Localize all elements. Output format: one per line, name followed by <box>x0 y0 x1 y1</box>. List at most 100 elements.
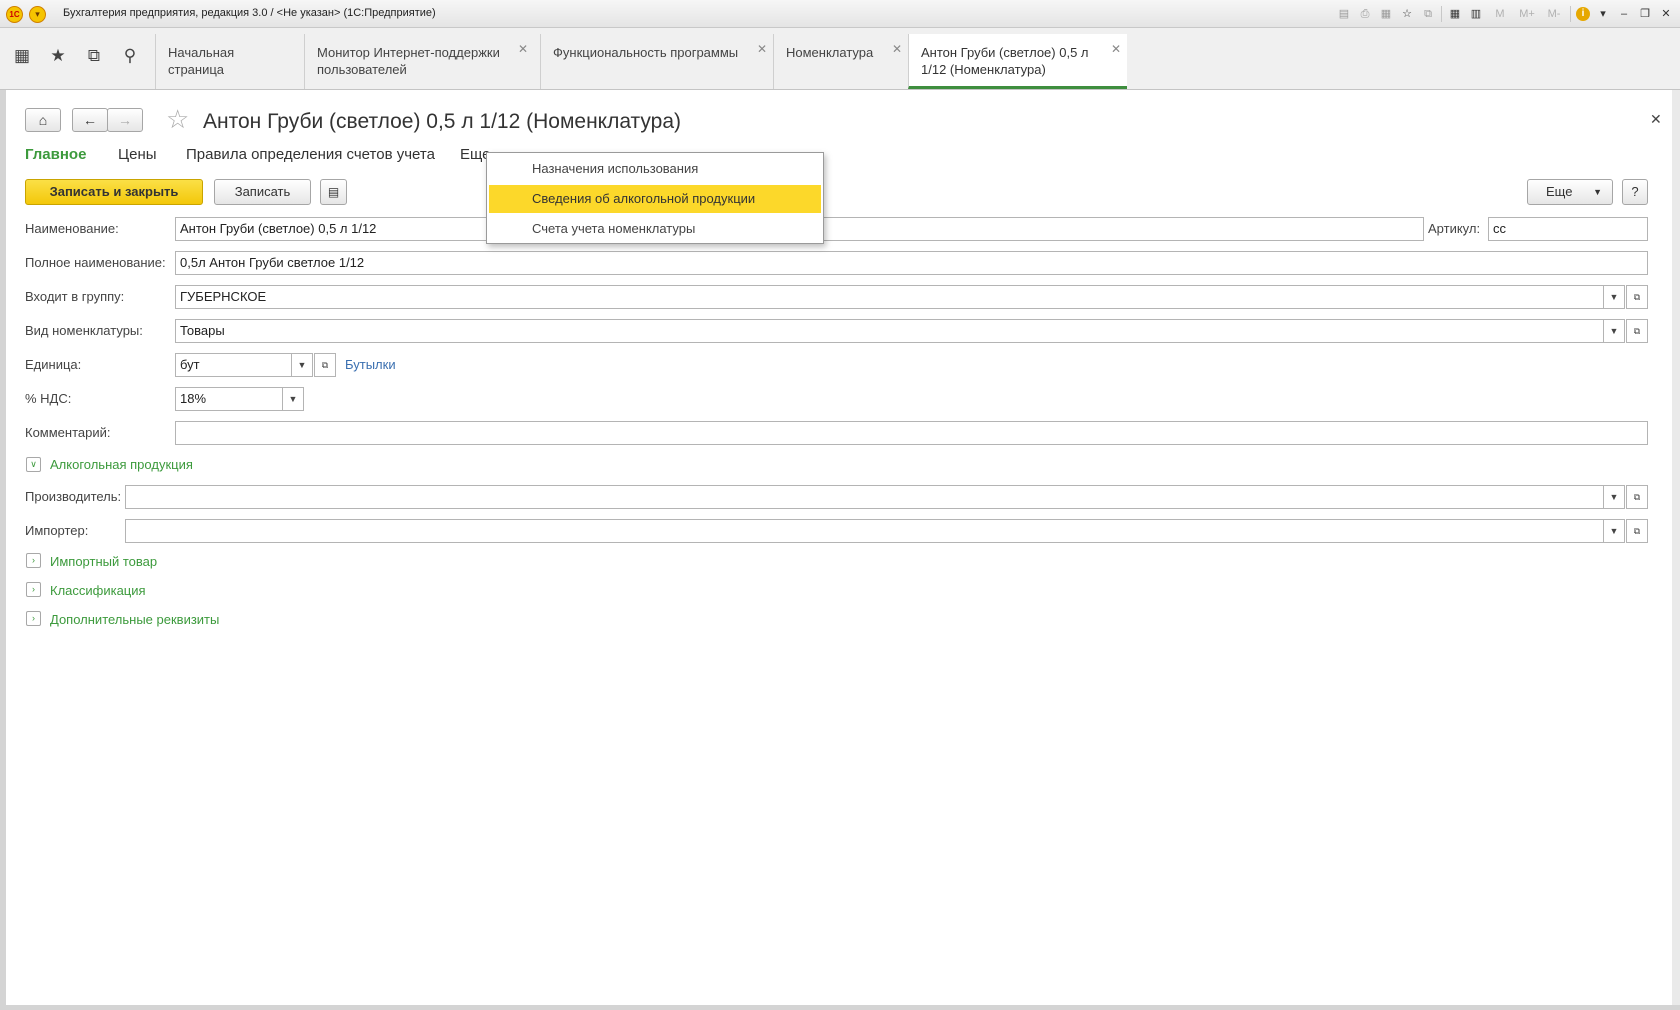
item-form: ⌂ ← → ☆ Антон Груби (светлое) 0,5 л 1/12… <box>6 90 1672 1005</box>
tab-support-monitor[interactable]: Монитор Интернет-поддержки пользователей… <box>304 34 534 89</box>
menu-item-usage-purposes[interactable]: Назначения использования <box>489 155 821 183</box>
home-button[interactable]: ⌂ <box>25 108 61 132</box>
chevron-right-icon[interactable]: › <box>26 582 41 597</box>
favorites-star-icon[interactable]: ★ <box>44 42 72 70</box>
more-actions-button[interactable]: Еще ▼ <box>1527 179 1613 205</box>
tab-home[interactable]: Начальная страница <box>155 34 304 89</box>
importer-label: Импортер: <box>25 523 89 538</box>
tab-label: Антон Груби (светлое) 0,5 л 1/12 (Номенк… <box>921 45 1089 77</box>
memory-mminus-button[interactable]: M- <box>1543 6 1565 22</box>
fullname-label: Полное наименование: <box>25 255 166 270</box>
save-and-close-button[interactable]: Записать и закрыть <box>25 179 203 205</box>
close-icon[interactable]: ✕ <box>1111 41 1121 58</box>
preview-icon[interactable]: ▦ <box>1378 6 1394 22</box>
close-icon[interactable]: ✕ <box>518 41 528 58</box>
section-tab-account-rules[interactable]: Правила определения счетов учета <box>186 146 435 163</box>
save-icon[interactable]: ▤ <box>1336 6 1352 22</box>
favorite-star-icon[interactable]: ☆ <box>166 104 189 135</box>
unit-link[interactable]: Бутылки <box>345 357 396 372</box>
more-sections-popup-menu: Назначения использования Сведения об алк… <box>486 152 824 244</box>
group-label: Входит в группу: <box>25 289 125 304</box>
report-button[interactable]: ▤ <box>320 179 347 205</box>
chevron-right-icon[interactable]: › <box>26 553 41 568</box>
tab-label: Начальная страница <box>168 45 235 77</box>
kind-open-button[interactable]: ⧉ <box>1626 319 1648 343</box>
page-title: Антон Груби (светлое) 0,5 л 1/12 (Номенк… <box>203 110 682 133</box>
name-label: Наименование: <box>25 221 119 236</box>
section-tab-main[interactable]: Главное <box>25 146 86 163</box>
section-tab-prices[interactable]: Цены <box>118 146 157 163</box>
back-button[interactable]: ← <box>72 108 108 132</box>
help-button[interactable]: ? <box>1622 179 1648 205</box>
home-icon: ⌂ <box>38 112 48 128</box>
calendar-icon[interactable]: ▦ <box>1447 6 1463 22</box>
tab-label: Монитор Интернет-поддержки пользователей <box>317 45 500 77</box>
group-alcohol[interactable]: Алкогольная продукция <box>50 457 193 472</box>
restore-icon[interactable]: ❐ <box>1637 6 1653 22</box>
producer-open-button[interactable]: ⧉ <box>1626 485 1648 509</box>
divider <box>1570 6 1571 22</box>
favorites-add-icon[interactable]: ☆ <box>1399 6 1415 22</box>
vat-dropdown-button[interactable]: ▼ <box>282 387 304 411</box>
close-window-icon[interactable]: ✕ <box>1658 6 1674 22</box>
close-icon[interactable]: ✕ <box>757 41 767 58</box>
print-icon[interactable]: ⎙ <box>1357 6 1373 22</box>
unit-label: Единица: <box>25 357 82 372</box>
article-label: Артикул: <box>1428 221 1481 236</box>
group-classification[interactable]: Классификация <box>50 583 146 598</box>
producer-dropdown-button[interactable]: ▼ <box>1603 485 1625 509</box>
chevron-down-icon[interactable]: ∨ <box>26 457 41 472</box>
app-logo-icon[interactable]: 1C <box>6 6 23 23</box>
calculator-icon[interactable]: ▥ <box>1468 6 1484 22</box>
tab-current-item[interactable]: Антон Груби (светлое) 0,5 л 1/12 (Номенк… <box>908 34 1127 89</box>
minimize-icon[interactable]: – <box>1616 6 1632 22</box>
menu-item-accounting-accounts[interactable]: Счета учета номенклатуры <box>489 215 821 243</box>
article-field[interactable]: сс <box>1488 217 1648 241</box>
close-form-icon[interactable]: ✕ <box>1650 111 1662 128</box>
link-icon[interactable]: ⧉ <box>1420 6 1436 22</box>
unit-dropdown-button[interactable]: ▼ <box>291 353 313 377</box>
producer-field[interactable] <box>125 485 1604 509</box>
chevron-down-icon[interactable]: ▾ <box>1595 6 1611 22</box>
info-icon[interactable]: i <box>1576 7 1590 21</box>
close-icon[interactable]: ✕ <box>892 41 902 58</box>
group-extra-attributes[interactable]: Дополнительные реквизиты <box>50 612 219 627</box>
importer-open-button[interactable]: ⧉ <box>1626 519 1648 543</box>
group-open-button[interactable]: ⧉ <box>1626 285 1648 309</box>
group-field[interactable]: ГУБЕРНСКОЕ <box>175 285 1604 309</box>
group-dropdown-button[interactable]: ▼ <box>1603 285 1625 309</box>
kind-dropdown-button[interactable]: ▼ <box>1603 319 1625 343</box>
tab-functionality[interactable]: Функциональность программы ✕ <box>540 34 773 89</box>
fullname-field[interactable]: 0,5л Антон Груби светлое 1/12 <box>175 251 1648 275</box>
comment-field[interactable] <box>175 421 1648 445</box>
memory-m-button[interactable]: M <box>1489 6 1511 22</box>
more-label: Еще <box>1546 184 1573 199</box>
importer-field[interactable] <box>125 519 1604 543</box>
kind-label: Вид номенклатуры: <box>25 323 143 338</box>
chevron-right-icon[interactable]: › <box>26 611 41 626</box>
kind-field[interactable]: Товары <box>175 319 1604 343</box>
tab-bar: ▦ ★ ⧉ ⚲ Начальная страница Монитор Интер… <box>0 28 1680 90</box>
sections-grid-icon[interactable]: ▦ <box>8 42 36 70</box>
comment-label: Комментарий: <box>25 425 111 440</box>
group-import[interactable]: Импортный товар <box>50 554 157 569</box>
producer-label: Производитель: <box>25 489 122 504</box>
unit-field[interactable]: бут <box>175 353 292 377</box>
save-button[interactable]: Записать <box>214 179 311 205</box>
forward-button[interactable]: → <box>107 108 143 132</box>
document-icon: ▤ <box>327 185 340 199</box>
tab-label: Функциональность программы <box>553 45 739 60</box>
tab-nomenclature[interactable]: Номенклатура ✕ <box>773 34 908 89</box>
main-menu-dropdown-icon[interactable]: ▾ <box>29 6 46 23</box>
unit-open-button[interactable]: ⧉ <box>314 353 336 377</box>
menu-item-alcohol-info[interactable]: Сведения об алкогольной продукции <box>489 185 821 213</box>
arrow-right-icon: → <box>118 112 132 128</box>
vat-field[interactable]: 18% <box>175 387 283 411</box>
memory-mplus-button[interactable]: M+ <box>1516 6 1538 22</box>
titlebar-toolbar: ▤ ⎙ ▦ ☆ ⧉ ▦ ▥ M M+ M- i ▾ – ❐ ✕ <box>1336 4 1674 24</box>
history-icon[interactable]: ⧉ <box>80 42 108 70</box>
window-right-edge <box>1672 90 1680 1005</box>
importer-dropdown-button[interactable]: ▼ <box>1603 519 1625 543</box>
search-icon[interactable]: ⚲ <box>116 42 144 70</box>
window-titlebar: 1C ▾ Бухгалтерия предприятия, редакция 3… <box>0 0 1680 28</box>
